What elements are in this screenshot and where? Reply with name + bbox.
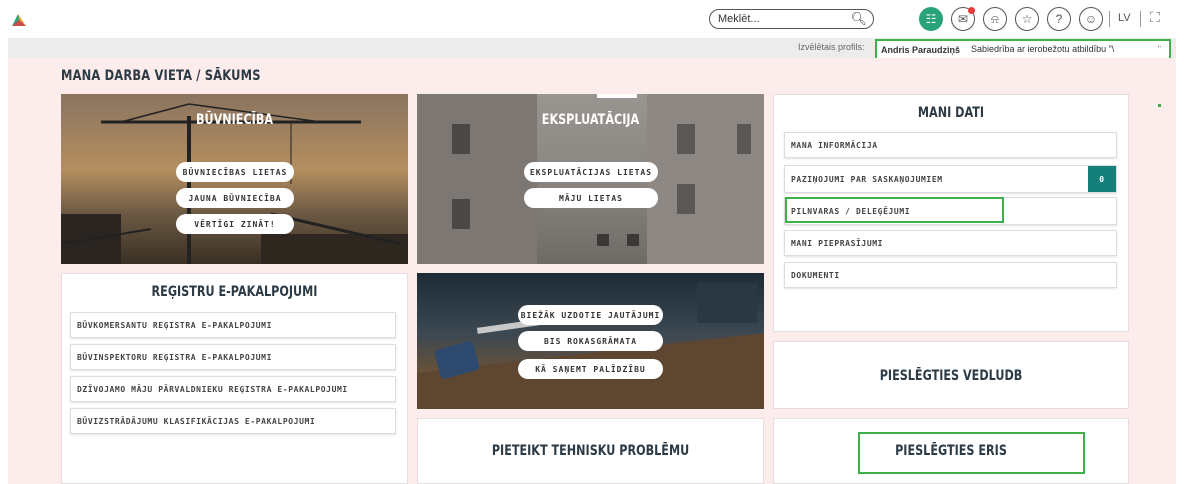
profile-organization: Sabiedrība ar ierobežotu atbildību "\ bbox=[971, 44, 1115, 54]
notification-dot bbox=[968, 7, 975, 14]
search-input[interactable]: Meklēt... 🔍︎ bbox=[709, 9, 874, 29]
star-icon[interactable]: ☆ bbox=[1015, 7, 1039, 31]
tile-title: BŪVNIECĪBA bbox=[195, 112, 274, 128]
tile-ekspluatacija: EKSPLUATĀCIJA EKSPLUATĀCIJAS LIETAS MĀJU… bbox=[417, 94, 764, 264]
card-vedludb[interactable]: PIESLĒGTIES VEDLUDB bbox=[773, 341, 1129, 409]
buvniecibas-lietas-button[interactable]: BŪVNIECĪBAS LIETAS bbox=[176, 162, 294, 182]
profile-label: Izvēlētais profils: bbox=[798, 42, 865, 52]
language-selector[interactable]: LV bbox=[1118, 12, 1131, 24]
bell-icon[interactable]: ⍾ bbox=[983, 7, 1007, 31]
search-placeholder: Meklēt... bbox=[718, 13, 760, 25]
highlight-box bbox=[858, 432, 1085, 474]
profile-name: Andris Paraudziņš bbox=[881, 45, 961, 55]
list-item-dokumenti[interactable]: DOKUMENTI bbox=[784, 262, 1117, 288]
apps-icon[interactable]: ☷ bbox=[919, 7, 943, 31]
logo-icon[interactable] bbox=[10, 10, 28, 28]
card-tehniska-problema[interactable]: PIETEIKT TEHNISKU PROBLĒMU bbox=[417, 418, 764, 484]
list-item-maju-parvaldnieku[interactable]: DZĪVOJAMO MĀJU PĀRVALDNIEKU REĢISTRA E-P… bbox=[70, 376, 396, 402]
chevron-down-icon[interactable]: " bbox=[1158, 44, 1161, 54]
list-item-mani-pieprasijumi[interactable]: MANI PIEPRASĪJUMI bbox=[784, 230, 1117, 256]
top-bar: Meklēt... 🔍︎ ☷ ✉ ⍾ ☆ ? ☺ LV ⛶ bbox=[0, 0, 1184, 38]
highlight-box bbox=[785, 197, 1004, 223]
separator bbox=[1109, 11, 1110, 27]
help-icon[interactable]: ? bbox=[1047, 7, 1071, 31]
fullscreen-icon[interactable]: ⛶ bbox=[1150, 9, 1160, 26]
list-item-buvinspektoru[interactable]: BŪVINSPEKTORU REĢISTRA E-PAKALPOJUMI bbox=[70, 344, 396, 370]
side-indicator bbox=[1158, 104, 1161, 107]
card-title: PIETEIKT TEHNISKU PROBLĒMU bbox=[491, 443, 690, 459]
jauna-buvnieciba-button[interactable]: JAUNA BŪVNIECĪBA bbox=[176, 188, 294, 208]
bis-rokasgramata-button[interactable]: BIS ROKASGRĀMATA bbox=[518, 331, 663, 351]
list-item-mana-informacija[interactable]: MANA INFORMĀCIJA bbox=[784, 132, 1117, 158]
mail-alert-icon[interactable]: ✉ bbox=[951, 7, 975, 31]
list-item-buvkomersantu[interactable]: BŪVKOMERSANTU REĢISTRA E-PAKALPOJUMI bbox=[70, 312, 396, 338]
list-item-buvizstradajumu[interactable]: BŪVIZSTRĀDĀJUMU KLASIFIKĀCIJAS E-PAKALPO… bbox=[70, 408, 396, 434]
tile-palidziba: BIEŽĀK UZDOTIE JAUTĀJUMI BIS ROKASGRĀMAT… bbox=[417, 273, 764, 409]
vertigi-zinat-button[interactable]: VĒRTĪGI ZINĀT! bbox=[176, 214, 294, 234]
biezak-uzdotie-jautajumi-button[interactable]: BIEŽĀK UZDOTIE JAUTĀJUMI bbox=[518, 305, 663, 325]
card-title: PIESLĒGTIES VEDLUDB bbox=[879, 368, 1023, 384]
tile-title: EKSPLUATĀCIJA bbox=[541, 112, 640, 128]
card-title: REĢISTRU E-PAKALPOJUMI bbox=[151, 284, 318, 300]
card-title: MANI DATI bbox=[917, 105, 985, 121]
separator bbox=[1140, 11, 1141, 27]
user-icon[interactable]: ☺ bbox=[1079, 7, 1103, 31]
maju-lietas-button[interactable]: MĀJU LIETAS bbox=[524, 188, 658, 208]
count-badge: 0 bbox=[1088, 166, 1116, 192]
ka-sanemt-palidzibu-button[interactable]: KĀ SAŅEMT PALĪDZĪBU bbox=[518, 359, 663, 379]
list-item-label: PAZIŅOJUMI PAR SASKAŅOJUMIEM bbox=[791, 174, 943, 184]
tile-buvnieciba: BŪVNIECĪBA BŪVNIECĪBAS LIETAS JAUNA BŪVN… bbox=[61, 94, 408, 264]
search-icon[interactable]: 🔍︎ bbox=[850, 11, 867, 27]
breadcrumb: MANA DARBA VIETA / SĀKUMS bbox=[61, 68, 261, 84]
list-item-pazinojumi[interactable]: PAZIŅOJUMI PAR SASKAŅOJUMIEM 0 bbox=[784, 165, 1117, 193]
ekspluatacijas-lietas-button[interactable]: EKSPLUATĀCIJAS LIETAS bbox=[524, 162, 658, 182]
